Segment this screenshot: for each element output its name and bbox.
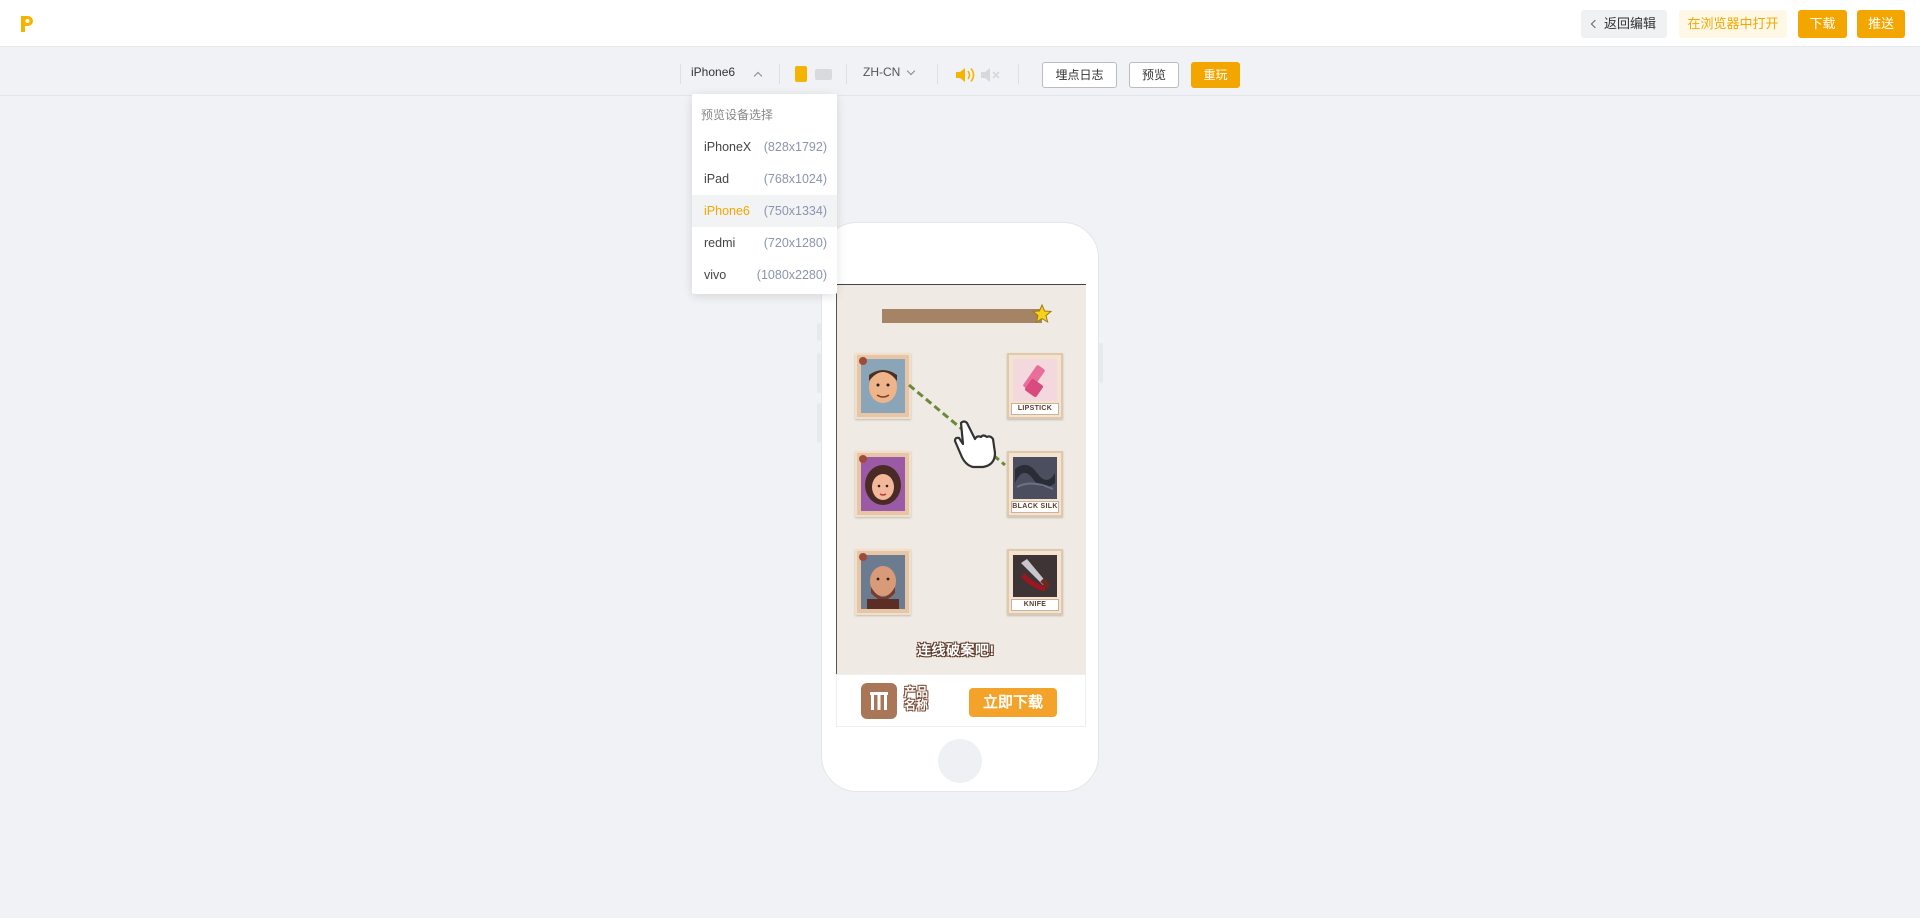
- dropdown-title: 预览设备选择: [701, 108, 774, 122]
- top-header: 返回编辑 在浏览器中打开 下载 推送: [0, 0, 1920, 47]
- device-option-ipad[interactable]: iPad (768x1024): [692, 163, 837, 195]
- portrait-orientation-toggle[interactable]: [795, 66, 807, 82]
- preview-toolbar: iPhone6 ZH-CN 埋点日志 预览 重玩: [0, 48, 1920, 96]
- replay-button[interactable]: 重玩: [1191, 62, 1240, 88]
- device-resolution: (828x1792): [763, 140, 827, 154]
- device-dropdown: 预览设备选择 iPhoneX (828x1792) iPad (768x1024…: [692, 94, 837, 294]
- home-button[interactable]: [938, 739, 982, 783]
- device-name: iPhone6: [704, 204, 750, 218]
- connection-line: [908, 383, 1006, 467]
- preview-button[interactable]: 预览: [1129, 62, 1179, 88]
- mute-icon[interactable]: [980, 67, 1002, 83]
- device-select[interactable]: iPhone6: [691, 65, 735, 79]
- chevron-down-icon[interactable]: [906, 66, 916, 76]
- push-button[interactable]: 推送: [1857, 10, 1905, 38]
- event-log-button[interactable]: 埋点日志: [1042, 62, 1117, 88]
- device-name: iPad: [704, 172, 730, 186]
- device-name: vivo: [704, 268, 727, 282]
- divider: [680, 64, 681, 84]
- device-option-redmi[interactable]: redmi (720x1280): [692, 227, 837, 259]
- phone-screen: LIPSTICK BLACK SILK KNIFE 连线破案吧! 产品名称 立即…: [836, 284, 1086, 727]
- game-canvas[interactable]: LIPSTICK BLACK SILK KNIFE 连线破案吧!: [836, 284, 1086, 674]
- download-button[interactable]: 下载: [1798, 10, 1847, 38]
- device-resolution: (1080x2280): [756, 268, 827, 282]
- device-option-vivo[interactable]: vivo (1080x2280): [692, 259, 837, 291]
- landscape-orientation-toggle[interactable]: [815, 69, 832, 80]
- chevron-up-icon[interactable]: [753, 71, 763, 81]
- device-name: iPhoneX: [704, 140, 752, 154]
- device-name: redmi: [704, 236, 736, 250]
- phone-side-button: [817, 353, 821, 393]
- hand-pointer-icon: [953, 420, 997, 469]
- open-in-browser-button[interactable]: 在浏览器中打开: [1679, 10, 1787, 38]
- device-option-iphone6[interactable]: iPhone6 (750x1334): [692, 195, 837, 227]
- device-resolution: (720x1280): [763, 236, 827, 250]
- app-name: 产品名称: [904, 685, 929, 712]
- sound-on-icon[interactable]: [955, 67, 977, 83]
- phone-side-button: [1099, 343, 1103, 383]
- phone-frame: LIPSTICK BLACK SILK KNIFE 连线破案吧! 产品名称 立即…: [817, 222, 1103, 792]
- download-banner: 产品名称 立即下载: [836, 674, 1086, 727]
- game-cta-text: 连线破案吧!: [917, 642, 995, 658]
- chevron-left-icon: [1590, 19, 1600, 29]
- back-to-edit-button[interactable]: 返回编辑: [1581, 10, 1667, 38]
- language-select[interactable]: ZH-CN: [863, 65, 900, 79]
- device-resolution: (768x1024): [763, 172, 827, 186]
- device-option-iphonex[interactable]: iPhoneX (828x1792): [692, 131, 837, 163]
- back-to-edit-label: 返回编辑: [1603, 16, 1656, 31]
- divider: [846, 64, 847, 84]
- device-resolution: (750x1334): [763, 204, 827, 218]
- download-now-button[interactable]: 立即下载: [969, 688, 1057, 717]
- app-icon: [861, 683, 897, 719]
- shop-icon: [870, 692, 888, 710]
- phone-side-button: [817, 323, 821, 341]
- divider: [1018, 64, 1019, 84]
- p-logo-icon[interactable]: [19, 14, 35, 34]
- divider: [937, 64, 938, 84]
- phone-side-button: [817, 403, 821, 443]
- divider: [779, 64, 780, 84]
